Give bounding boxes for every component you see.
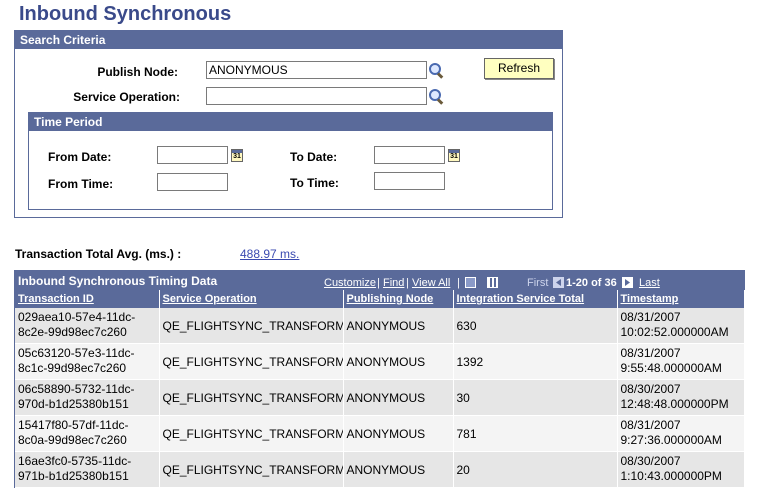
next-arrow-icon[interactable]	[622, 277, 633, 288]
calendar-glyph: 31	[233, 153, 241, 160]
timestamp-cell: 08/31/2007 9:27:36.000000AM	[617, 415, 745, 452]
column-header-publishing-node[interactable]: Publishing Node	[343, 290, 454, 308]
refresh-button[interactable]: Refresh	[484, 58, 554, 79]
grid-title: Inbound Synchronous Timing Data	[18, 274, 218, 288]
timestamp-line: 08/30/2007	[620, 454, 681, 468]
publishing-node-cell: ANONYMOUS	[343, 379, 454, 416]
to-date-input[interactable]	[374, 146, 445, 164]
first-link: First	[527, 277, 549, 289]
service-operation-cell: QE_FLIGHTSYNC_TRANSFORM	[159, 451, 344, 488]
publishing-node-cell: ANONYMOUS	[343, 308, 454, 344]
transaction-id-line: 15417f80-57df-11dc-	[18, 418, 129, 432]
transaction-avg-label: Transaction Total Avg. (ms.) :	[15, 247, 182, 261]
transaction-id-cell: 05c63120-57e3-11dc- 8c1c-99d98ec7c260	[15, 343, 160, 380]
service-operation-cell: QE_FLIGHTSYNC_TRANSFORM	[159, 343, 344, 380]
table-row: 029aea10-57e4-11dc- 8c2e-99d98ec7c260 QE_…	[15, 308, 745, 344]
row-range: 1-20 of 36	[566, 277, 617, 289]
search-icon[interactable]	[429, 63, 444, 79]
column-header-transaction-id[interactable]: Transaction ID	[15, 290, 160, 308]
transaction-id-line: 029aea10-57e4-11dc-	[18, 310, 136, 324]
timestamp-cell: 08/30/2007 1:10:43.000000PM	[617, 451, 745, 488]
to-time-input[interactable]	[374, 172, 445, 190]
to-time-label: To Time:	[290, 176, 339, 190]
transaction-id-line: 8c2e-99d98ec7c260	[18, 325, 127, 339]
timestamp-cell: 08/31/2007 9:55:48.000000AM	[617, 343, 745, 380]
publish-node-label: Publish Node:	[97, 65, 178, 79]
timestamp-cell: 08/30/2007 12:48:48.000000PM	[617, 379, 745, 416]
integration-total-cell: 20	[453, 451, 618, 488]
last-link[interactable]: Last	[639, 277, 660, 289]
integration-total-cell: 30	[453, 379, 618, 416]
page-title: Inbound Synchronous	[19, 3, 232, 25]
transaction-id-cell: 16ae3fc0-5735-11dc- 971b-b1d25380b151	[15, 451, 160, 488]
calendar-glyph: 31	[450, 153, 458, 160]
column-header-timestamp[interactable]: Timestamp	[617, 290, 745, 308]
integration-total-cell: 1392	[453, 343, 618, 380]
transaction-id-line: 06c58890-5732-11dc-	[18, 382, 135, 396]
calendar-icon[interactable]: 31	[448, 149, 460, 162]
timestamp-line: 1:10:43.000000PM	[620, 469, 722, 483]
transaction-id-line: 8c0a-99d98ec7c260	[18, 433, 127, 447]
publishing-node-cell: ANONYMOUS	[343, 415, 454, 452]
timestamp-line: 9:55:48.000000AM	[620, 361, 722, 375]
publishing-node-cell: ANONYMOUS	[343, 343, 454, 380]
new-window-icon[interactable]	[465, 277, 476, 288]
from-time-label: From Time:	[48, 177, 114, 191]
timestamp-line: 12:48:48.000000PM	[620, 397, 729, 411]
from-date-label: From Date:	[48, 150, 112, 164]
service-operation-cell: QE_FLIGHTSYNC_TRANSFORM	[159, 415, 344, 452]
from-date-input[interactable]	[157, 146, 228, 164]
transaction-id-line: 05c63120-57e3-11dc-	[18, 346, 135, 360]
grid-titlebar: Inbound Synchronous Timing Data Customiz…	[15, 271, 744, 290]
column-header-integration-service-total[interactable]: Integration Service Total	[453, 290, 618, 308]
table-row: 06c58890-5732-11dc- 970d-b1d25380b151 QE_…	[15, 379, 745, 416]
integration-total-cell: 630	[453, 308, 618, 344]
timestamp-line: 08/31/2007	[620, 346, 681, 360]
download-grid-icon[interactable]	[487, 277, 498, 288]
column-header-service-operation[interactable]: Service Operation	[159, 290, 344, 308]
customize-link[interactable]: Customize	[324, 277, 376, 289]
transaction-id-cell: 15417f80-57df-11dc- 8c0a-99d98ec7c260	[15, 415, 160, 452]
timestamp-line: 9:27:36.000000AM	[620, 433, 722, 447]
view-all-link[interactable]: View All	[412, 277, 450, 289]
transaction-id-cell: 029aea10-57e4-11dc- 8c2e-99d98ec7c260	[15, 308, 160, 344]
previous-arrow-icon	[553, 277, 564, 288]
time-period-header: Time Period	[29, 113, 552, 131]
table-row: 05c63120-57e3-11dc- 8c1c-99d98ec7c260 QE_…	[15, 343, 745, 380]
timestamp-cell: 08/31/2007 10:02:52.000000AM	[617, 308, 745, 344]
timestamp-line: 08/31/2007	[620, 418, 681, 432]
service-operation-input[interactable]	[206, 87, 427, 105]
publishing-node-cell: ANONYMOUS	[343, 451, 454, 488]
service-operation-label: Service Operation:	[73, 90, 180, 104]
search-criteria-header: Search Criteria	[15, 31, 562, 49]
timing-data-grid: Inbound Synchronous Timing Data Customiz…	[14, 270, 745, 488]
transaction-id-line: 8c1c-99d98ec7c260	[18, 361, 127, 375]
calendar-icon[interactable]: 31	[231, 149, 243, 162]
timestamp-line: 08/30/2007	[620, 382, 681, 396]
transaction-id-line: 971b-b1d25380b151	[18, 469, 129, 483]
grid-table: Transaction ID Service Operation Publish…	[15, 290, 745, 488]
service-operation-cell: QE_FLIGHTSYNC_TRANSFORM	[159, 379, 344, 416]
timestamp-line: 10:02:52.000000AM	[620, 325, 729, 339]
nav-separator: |	[406, 277, 409, 289]
grid-header-row: Transaction ID Service Operation Publish…	[15, 290, 745, 308]
transaction-id-cell: 06c58890-5732-11dc- 970d-b1d25380b151	[15, 379, 160, 416]
integration-total-cell: 781	[453, 415, 618, 452]
table-row: 15417f80-57df-11dc- 8c0a-99d98ec7c260 QE_…	[15, 415, 745, 452]
find-link[interactable]: Find	[383, 277, 404, 289]
search-icon[interactable]	[429, 89, 444, 105]
to-date-label: To Date:	[290, 150, 338, 164]
nav-separator: |	[377, 277, 380, 289]
transaction-id-line: 970d-b1d25380b151	[18, 397, 129, 411]
timestamp-line: 08/31/2007	[620, 310, 681, 324]
transaction-id-line: 16ae3fc0-5735-11dc-	[18, 454, 132, 468]
service-operation-cell: QE_FLIGHTSYNC_TRANSFORM	[159, 308, 344, 344]
from-time-input[interactable]	[157, 173, 228, 191]
publish-node-input[interactable]: ANONYMOUS	[206, 61, 427, 79]
transaction-avg-link[interactable]: 488.97 ms.	[240, 247, 299, 261]
nav-separator: |	[457, 277, 460, 289]
table-row: 16ae3fc0-5735-11dc- 971b-b1d25380b151 QE_…	[15, 451, 745, 488]
